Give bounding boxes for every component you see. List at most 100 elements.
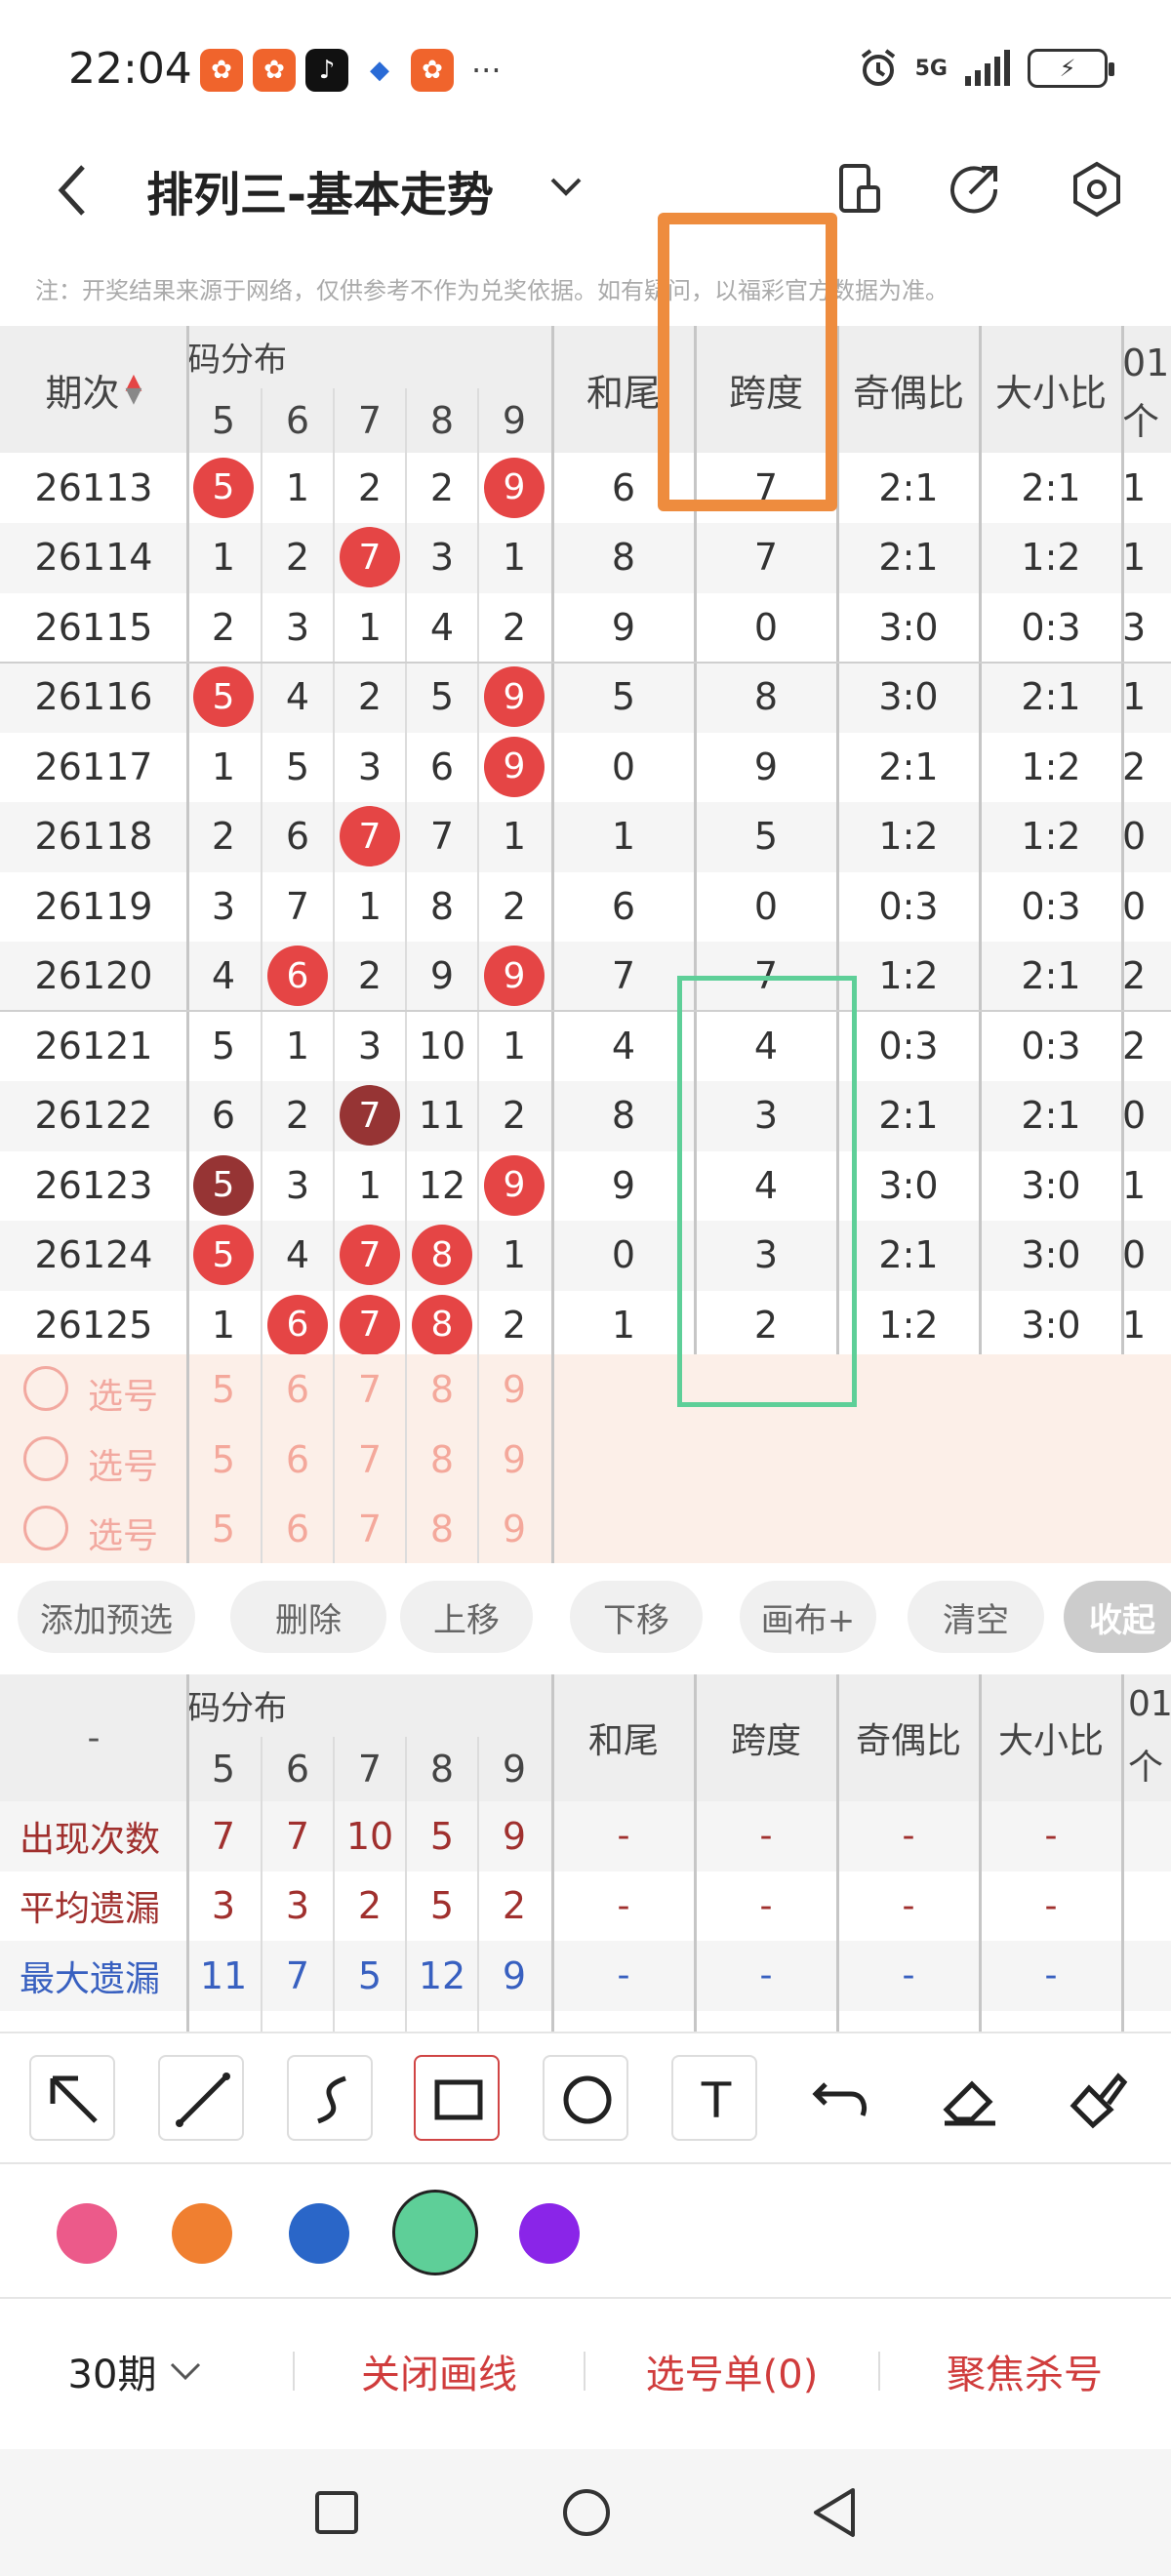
pick-digit[interactable]: 7: [334, 1494, 406, 1564]
stats-label: 出现次数: [20, 1819, 161, 1860]
action-pill[interactable]: 添加预选: [18, 1581, 195, 1653]
action-pill[interactable]: 删除: [230, 1581, 386, 1653]
digit-cell: 6: [262, 942, 334, 1012]
big-small-cell: 2:1: [1021, 1094, 1081, 1138]
action-pill[interactable]: 上移: [400, 1581, 533, 1653]
pick-digit[interactable]: 7: [334, 1354, 406, 1425]
pick-digit[interactable]: 5: [187, 1354, 260, 1425]
color-swatch[interactable]: [289, 2203, 349, 2264]
digit-column-header: 5: [211, 399, 236, 442]
digit-group-header: 码分布: [187, 1688, 287, 1728]
circle-tool[interactable]: [543, 2055, 628, 2141]
odd-even-header[interactable]: 奇偶比: [837, 326, 980, 453]
select-radio-icon[interactable]: [23, 1366, 68, 1411]
settings-icon[interactable]: [1066, 158, 1128, 221]
digit-column-header: 7: [357, 1748, 383, 1791]
chevron-down-icon[interactable]: [546, 166, 586, 205]
span-cell: 8: [753, 675, 779, 719]
pick-digit[interactable]: 5: [187, 1425, 260, 1495]
app-notification-icon: ✿: [253, 49, 296, 92]
recent-apps-icon[interactable]: [312, 2488, 361, 2537]
select-label[interactable]: 选号: [88, 1438, 158, 1489]
line-tool[interactable]: [158, 2055, 244, 2141]
app-header: 排列三-基本走势: [0, 137, 1171, 244]
signal-icon: [965, 50, 1010, 86]
digit-cell: 2: [211, 815, 236, 859]
sum-tail-cell: 1: [611, 815, 636, 859]
back-arrow-icon[interactable]: [54, 161, 93, 220]
digit-ball: 7: [340, 806, 400, 867]
pick-digit[interactable]: 8: [406, 1354, 478, 1425]
digit-column-header: 6: [285, 1748, 310, 1791]
curve-tool[interactable]: [287, 2055, 373, 2141]
column-divider: [405, 388, 407, 1563]
eraser-tool[interactable]: [927, 2055, 1013, 2141]
back-nav-icon[interactable]: [810, 2486, 859, 2539]
odd-even-cell: 1:2: [878, 815, 939, 859]
rectangle-tool[interactable]: [414, 2055, 500, 2141]
big-small-cell: 2:1: [1021, 675, 1081, 719]
color-swatch[interactable]: [172, 2203, 232, 2264]
big-small-header[interactable]: 大小比: [980, 326, 1122, 453]
period-cell: 26115: [34, 605, 153, 649]
digit-cell: 1: [357, 605, 383, 649]
sum-tail-cell: 8: [611, 536, 636, 580]
big-small-header: 大小比: [997, 1721, 1104, 1761]
home-icon[interactable]: [560, 2486, 613, 2539]
color-swatch[interactable]: [519, 2203, 580, 2264]
pick-digit[interactable]: 8: [406, 1425, 478, 1495]
stats-value: 5: [429, 1884, 455, 1928]
color-swatch[interactable]: [57, 2203, 117, 2264]
extra-cell: 2: [1122, 954, 1147, 998]
extra-cell: 0: [1122, 1233, 1147, 1277]
text-tool[interactable]: T: [671, 2055, 757, 2141]
digit-cell: 7: [334, 1221, 406, 1291]
action-pill[interactable]: 收起: [1064, 1581, 1171, 1653]
digit-cell: 4: [429, 605, 455, 649]
sum-tail-cell: 1: [611, 1303, 636, 1347]
pick-digit[interactable]: 6: [262, 1494, 334, 1564]
digit-ball: 9: [484, 457, 545, 518]
stats-label: 平均遗漏: [20, 1889, 161, 1930]
action-pill[interactable]: 清空: [908, 1581, 1044, 1653]
action-pill[interactable]: 下移: [570, 1581, 703, 1653]
focus-kill-button[interactable]: 聚焦杀号: [883, 2303, 1166, 2439]
extra-cell: 1: [1122, 536, 1147, 580]
pick-digit[interactable]: 7: [334, 1425, 406, 1495]
pick-digit[interactable]: 9: [478, 1425, 550, 1495]
extra-cell: 1: [1122, 465, 1147, 509]
divider: [293, 2352, 295, 2391]
share-icon[interactable]: [943, 158, 1005, 221]
pick-digit[interactable]: 6: [262, 1425, 334, 1495]
phone-split-icon[interactable]: [828, 158, 890, 221]
select-label[interactable]: 选号: [88, 1508, 158, 1558]
pick-digit[interactable]: 9: [478, 1494, 550, 1564]
sum-tail-cell: 8: [611, 1094, 636, 1138]
select-radio-icon[interactable]: [23, 1435, 68, 1481]
selection-list-button[interactable]: 选号单(0): [586, 2303, 878, 2439]
arrow-tool[interactable]: [29, 2055, 115, 2141]
select-radio-icon[interactable]: [23, 1506, 68, 1550]
column-divider: [186, 326, 189, 1563]
drawing-toolbar: T: [0, 2032, 1171, 2164]
page-title[interactable]: 排列三-基本走势: [146, 156, 494, 224]
period-header[interactable]: 期次 ▲ ▼: [0, 326, 187, 453]
digit-cell: 2: [285, 1094, 310, 1138]
undo-tool[interactable]: [798, 2055, 884, 2141]
pick-digit[interactable]: 8: [406, 1494, 478, 1564]
close-lines-button[interactable]: 关闭画线: [298, 2303, 581, 2439]
stats-value: 12: [418, 1953, 466, 1997]
digit-ball: 9: [484, 1154, 545, 1216]
period-selector[interactable]: 30期: [39, 2303, 234, 2439]
pick-digit[interactable]: 9: [478, 1354, 550, 1425]
pick-digit[interactable]: 5: [187, 1494, 260, 1564]
action-pill[interactable]: 画布+: [740, 1581, 876, 1653]
color-swatch-selected[interactable]: [392, 2190, 478, 2275]
digit-group-header: 码分布: [187, 340, 287, 380]
pick-digit[interactable]: 6: [262, 1354, 334, 1425]
rectangle-icon: [434, 2079, 483, 2120]
select-label[interactable]: 选号: [88, 1368, 158, 1419]
big-small-cell: 1:2: [1021, 815, 1081, 859]
clear-brush-tool[interactable]: [1054, 2055, 1140, 2141]
stats-value: 7: [285, 1953, 310, 1997]
